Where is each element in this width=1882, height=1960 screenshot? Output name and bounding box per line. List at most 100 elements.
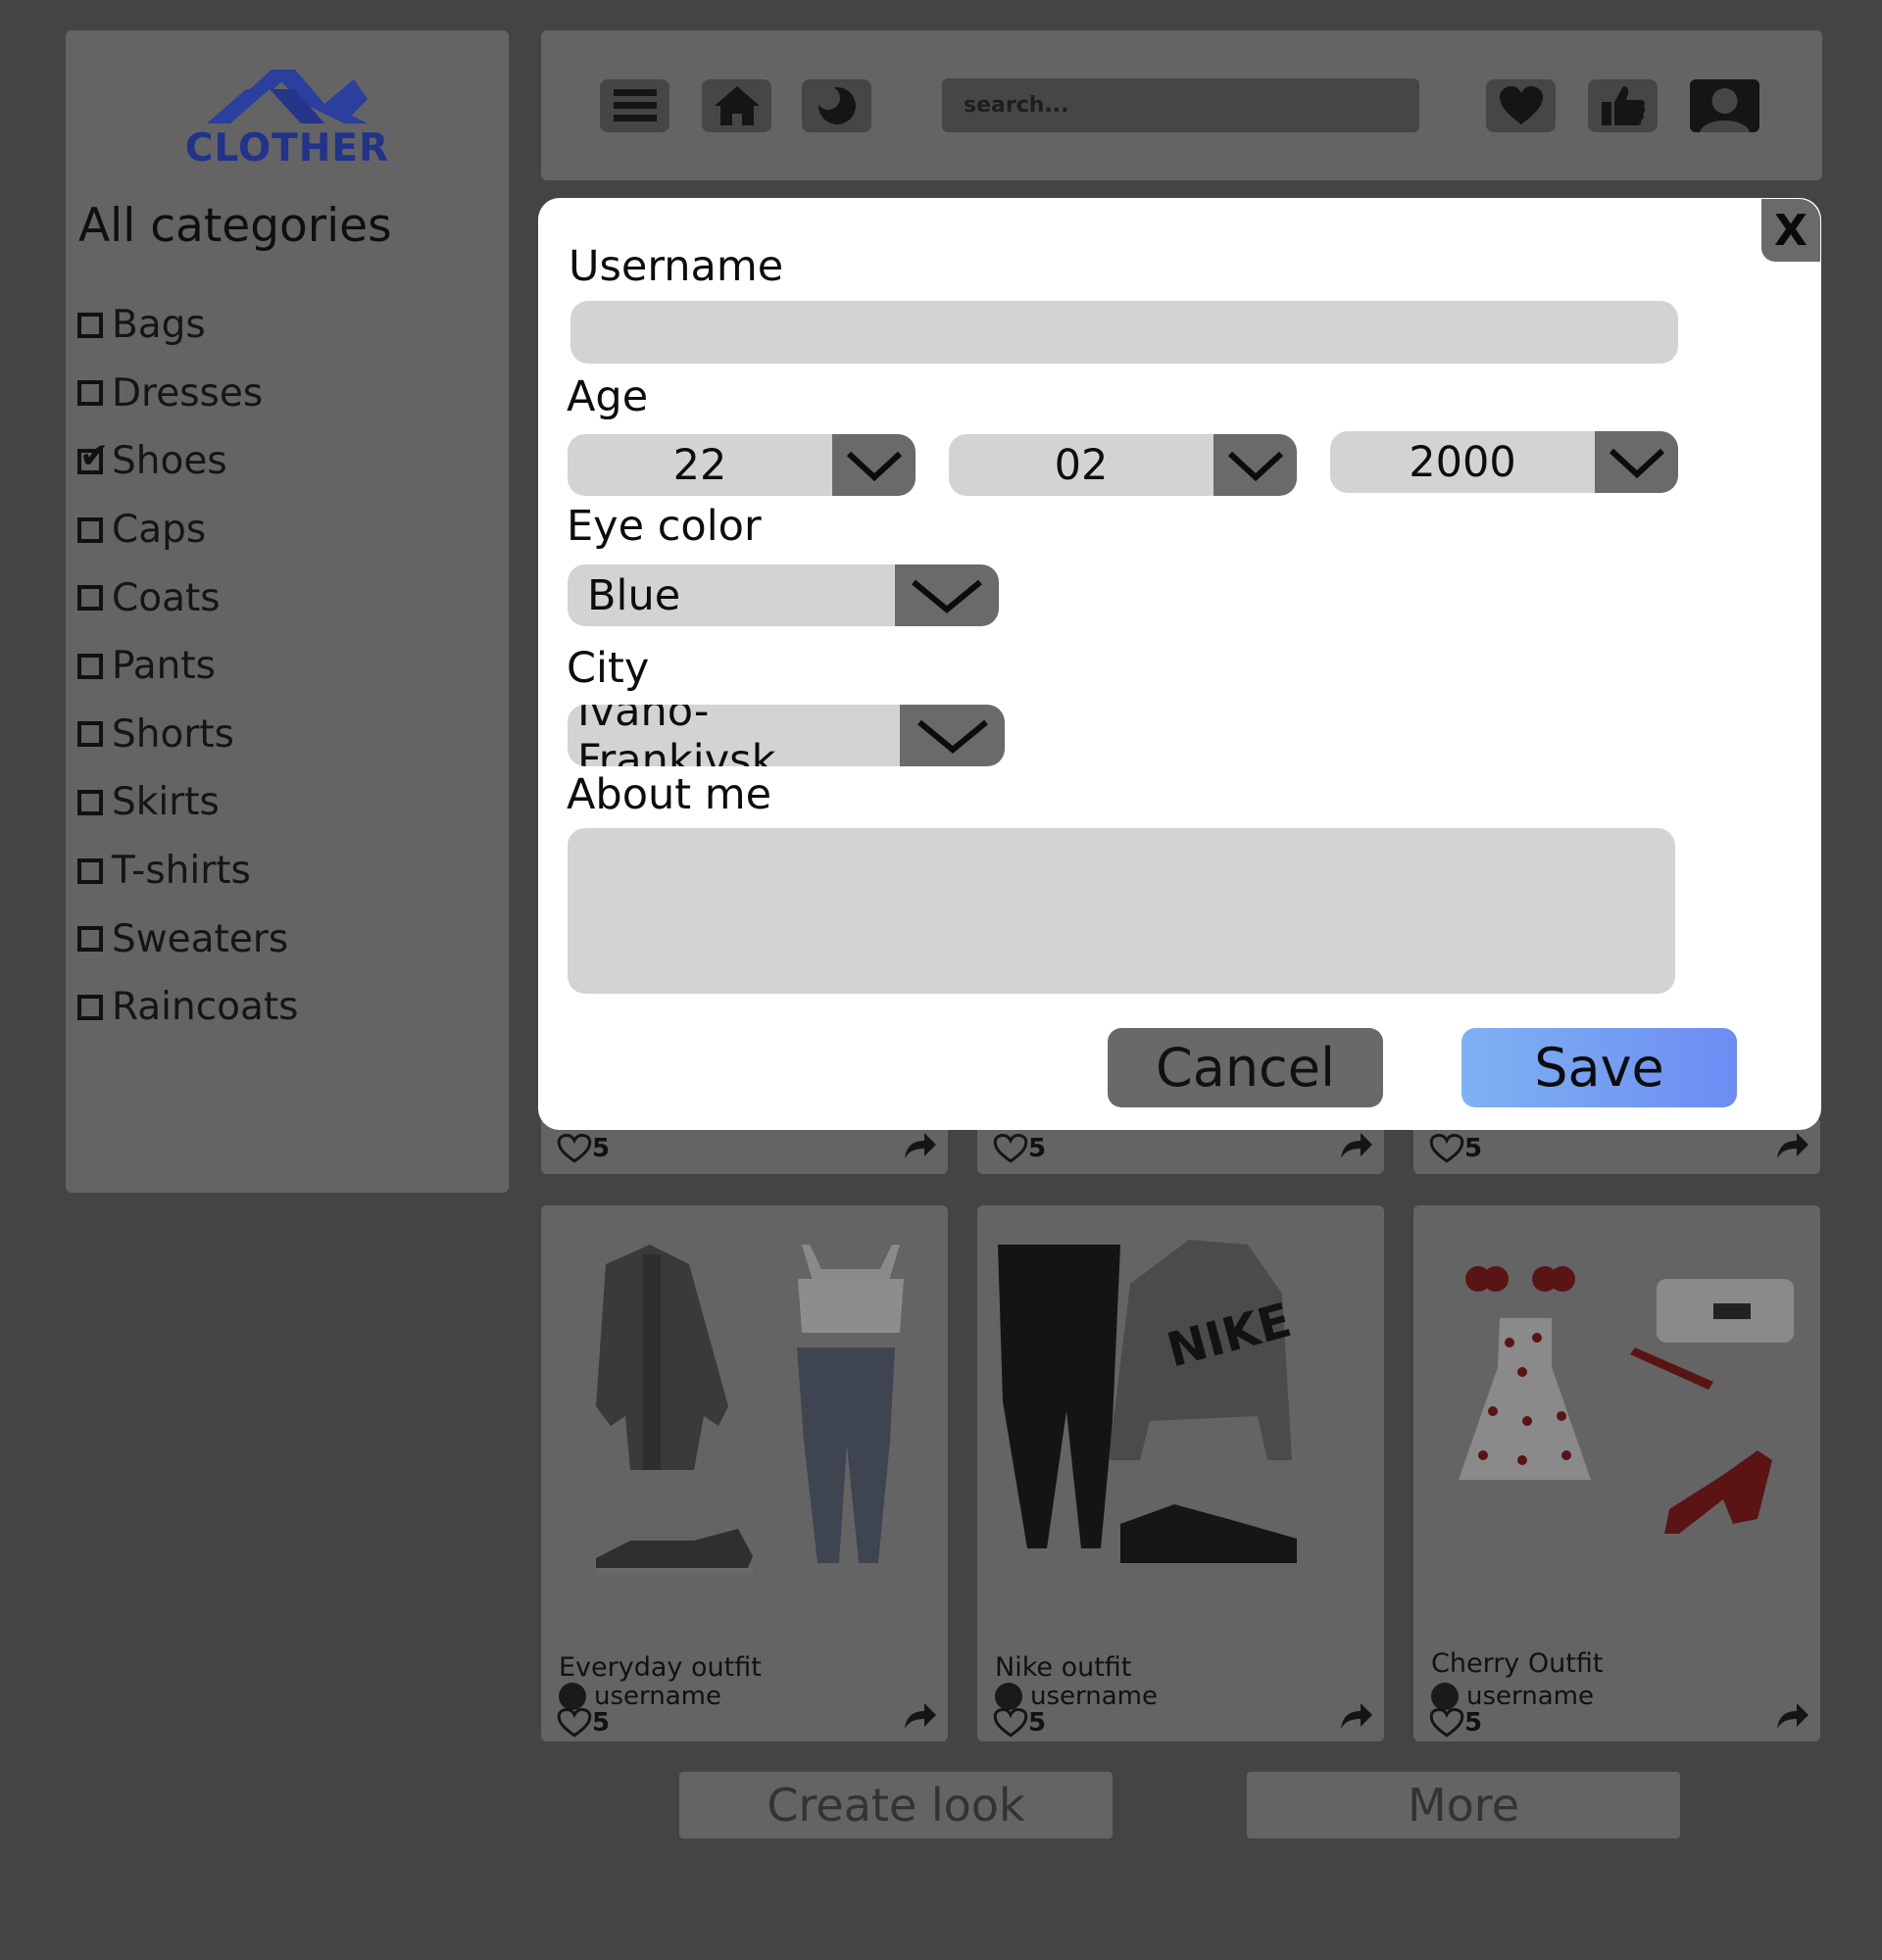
like-count[interactable]: 5 (993, 1707, 1046, 1739)
theme-toggle-button[interactable] (802, 79, 871, 132)
checkbox-icon[interactable] (77, 926, 103, 953)
category-label: Bags (112, 303, 206, 348)
category-label: Dresses (112, 370, 264, 416)
checkbox-icon[interactable] (77, 994, 103, 1020)
category-item[interactable]: Dresses (77, 360, 299, 428)
heart-outline-icon (1429, 1133, 1464, 1163)
age-month-value: 02 (1054, 440, 1109, 490)
outfit-title: Cherry Outfit (1431, 1648, 1604, 1679)
profile-button[interactable] (1690, 79, 1759, 132)
username-input[interactable] (570, 301, 1678, 364)
like-count[interactable]: 5 (557, 1133, 610, 1164)
heart-outline-icon (993, 1707, 1028, 1738)
checkbox-icon[interactable] (77, 585, 103, 612)
home-icon (714, 86, 760, 125)
category-label: Skirts (112, 780, 220, 825)
like-count-value: 5 (592, 1708, 611, 1738)
like-count-value: 5 (592, 1134, 611, 1163)
outfit-card[interactable]: Everyday outfit username 5 (541, 1205, 948, 1741)
menu-button[interactable] (600, 79, 669, 132)
category-item[interactable]: Caps (77, 496, 299, 564)
city-select[interactable]: Ivano-Frankivsk (568, 705, 1005, 766)
share-icon[interactable] (1339, 1701, 1374, 1731)
outfit-card[interactable]: NIKE Nike outfit username 5 (977, 1205, 1384, 1741)
age-month-select[interactable]: 02 (949, 434, 1297, 496)
menu-icon (613, 89, 657, 122)
category-label: Pants (112, 644, 216, 689)
chevron-down-icon[interactable] (1595, 431, 1678, 493)
checkbox-icon[interactable] (77, 789, 103, 815)
username-label: Username (569, 242, 784, 291)
outfit-image[interactable] (1429, 1225, 1805, 1637)
likes-button[interactable] (1588, 79, 1658, 132)
profile-icon (1690, 79, 1759, 132)
outfit-card[interactable]: Cherry Outfit username 5 (1413, 1205, 1820, 1741)
checkbox-icon[interactable] (77, 312, 103, 338)
share-icon[interactable] (1339, 1131, 1374, 1160)
like-count[interactable]: 5 (1429, 1707, 1482, 1739)
username-label: username (1466, 1682, 1594, 1711)
save-button[interactable]: Save (1461, 1028, 1737, 1107)
category-label: T-shirts (112, 849, 251, 894)
category-item[interactable]: T-shirts (77, 837, 299, 906)
username-label: username (1030, 1682, 1158, 1711)
category-label: Sweaters (112, 916, 289, 961)
categories-title: All categories (78, 199, 392, 253)
close-button[interactable]: X (1761, 199, 1820, 262)
outfit-image[interactable]: NIKE (993, 1225, 1368, 1637)
category-item[interactable]: Shorts (77, 701, 299, 769)
moon-icon (816, 86, 856, 124)
category-label: Raincoats (112, 985, 299, 1030)
category-item[interactable]: ✔ Shoes (77, 427, 299, 496)
chevron-down-icon[interactable] (1213, 434, 1297, 496)
category-item[interactable]: Coats (77, 564, 299, 632)
share-icon[interactable] (1775, 1701, 1810, 1731)
checkbox-icon[interactable] (77, 516, 103, 543)
like-count[interactable]: 5 (993, 1133, 1046, 1164)
create-look-button[interactable]: Create look (679, 1772, 1113, 1838)
search-input[interactable]: search... (942, 78, 1419, 132)
chevron-down-icon[interactable] (895, 564, 999, 626)
category-item[interactable]: Pants (77, 632, 299, 701)
category-label: Shorts (112, 711, 234, 757)
age-day-value: 22 (672, 440, 727, 490)
heart-outline-icon (557, 1707, 592, 1738)
chevron-down-icon[interactable] (900, 705, 1005, 766)
age-year-value: 2000 (1409, 437, 1516, 487)
checkbox-icon[interactable] (77, 721, 103, 748)
about-me-label: About me (567, 770, 772, 819)
heart-outline-icon (557, 1133, 592, 1163)
home-button[interactable] (702, 79, 771, 132)
eye-color-select[interactable]: Blue (568, 564, 999, 626)
about-me-textarea[interactable] (568, 828, 1675, 994)
checkbox-icon[interactable] (77, 858, 103, 884)
more-button[interactable]: More (1247, 1772, 1680, 1838)
category-item[interactable]: Raincoats (77, 973, 299, 1042)
heart-icon (1499, 86, 1543, 124)
checkbox-checked-icon[interactable]: ✔ (77, 438, 109, 474)
category-item[interactable]: Sweaters (77, 905, 299, 973)
checkbox-icon[interactable] (77, 380, 103, 407)
share-icon[interactable] (903, 1701, 938, 1731)
eye-color-value: Blue (587, 570, 681, 620)
age-day-select[interactable]: 22 (568, 434, 916, 496)
share-icon[interactable] (1775, 1131, 1810, 1160)
category-item[interactable]: Bags (77, 291, 299, 360)
like-count[interactable]: 5 (1429, 1133, 1482, 1164)
heart-outline-icon (1429, 1707, 1464, 1738)
like-count-value: 5 (1464, 1708, 1483, 1738)
checkbox-icon[interactable] (77, 653, 103, 679)
share-icon[interactable] (903, 1131, 938, 1160)
outfit-image[interactable] (557, 1225, 932, 1637)
favorites-button[interactable] (1486, 79, 1556, 132)
cancel-button[interactable]: Cancel (1108, 1028, 1383, 1107)
heart-outline-icon (993, 1133, 1028, 1163)
category-label: Caps (112, 508, 207, 553)
category-label: Shoes (112, 439, 227, 484)
city-label: City (567, 644, 650, 693)
age-year-select[interactable]: 2000 (1330, 431, 1678, 493)
chevron-down-icon[interactable] (832, 434, 916, 496)
like-count[interactable]: 5 (557, 1707, 610, 1739)
category-item[interactable]: Skirts (77, 768, 299, 837)
category-label: Coats (112, 575, 221, 620)
